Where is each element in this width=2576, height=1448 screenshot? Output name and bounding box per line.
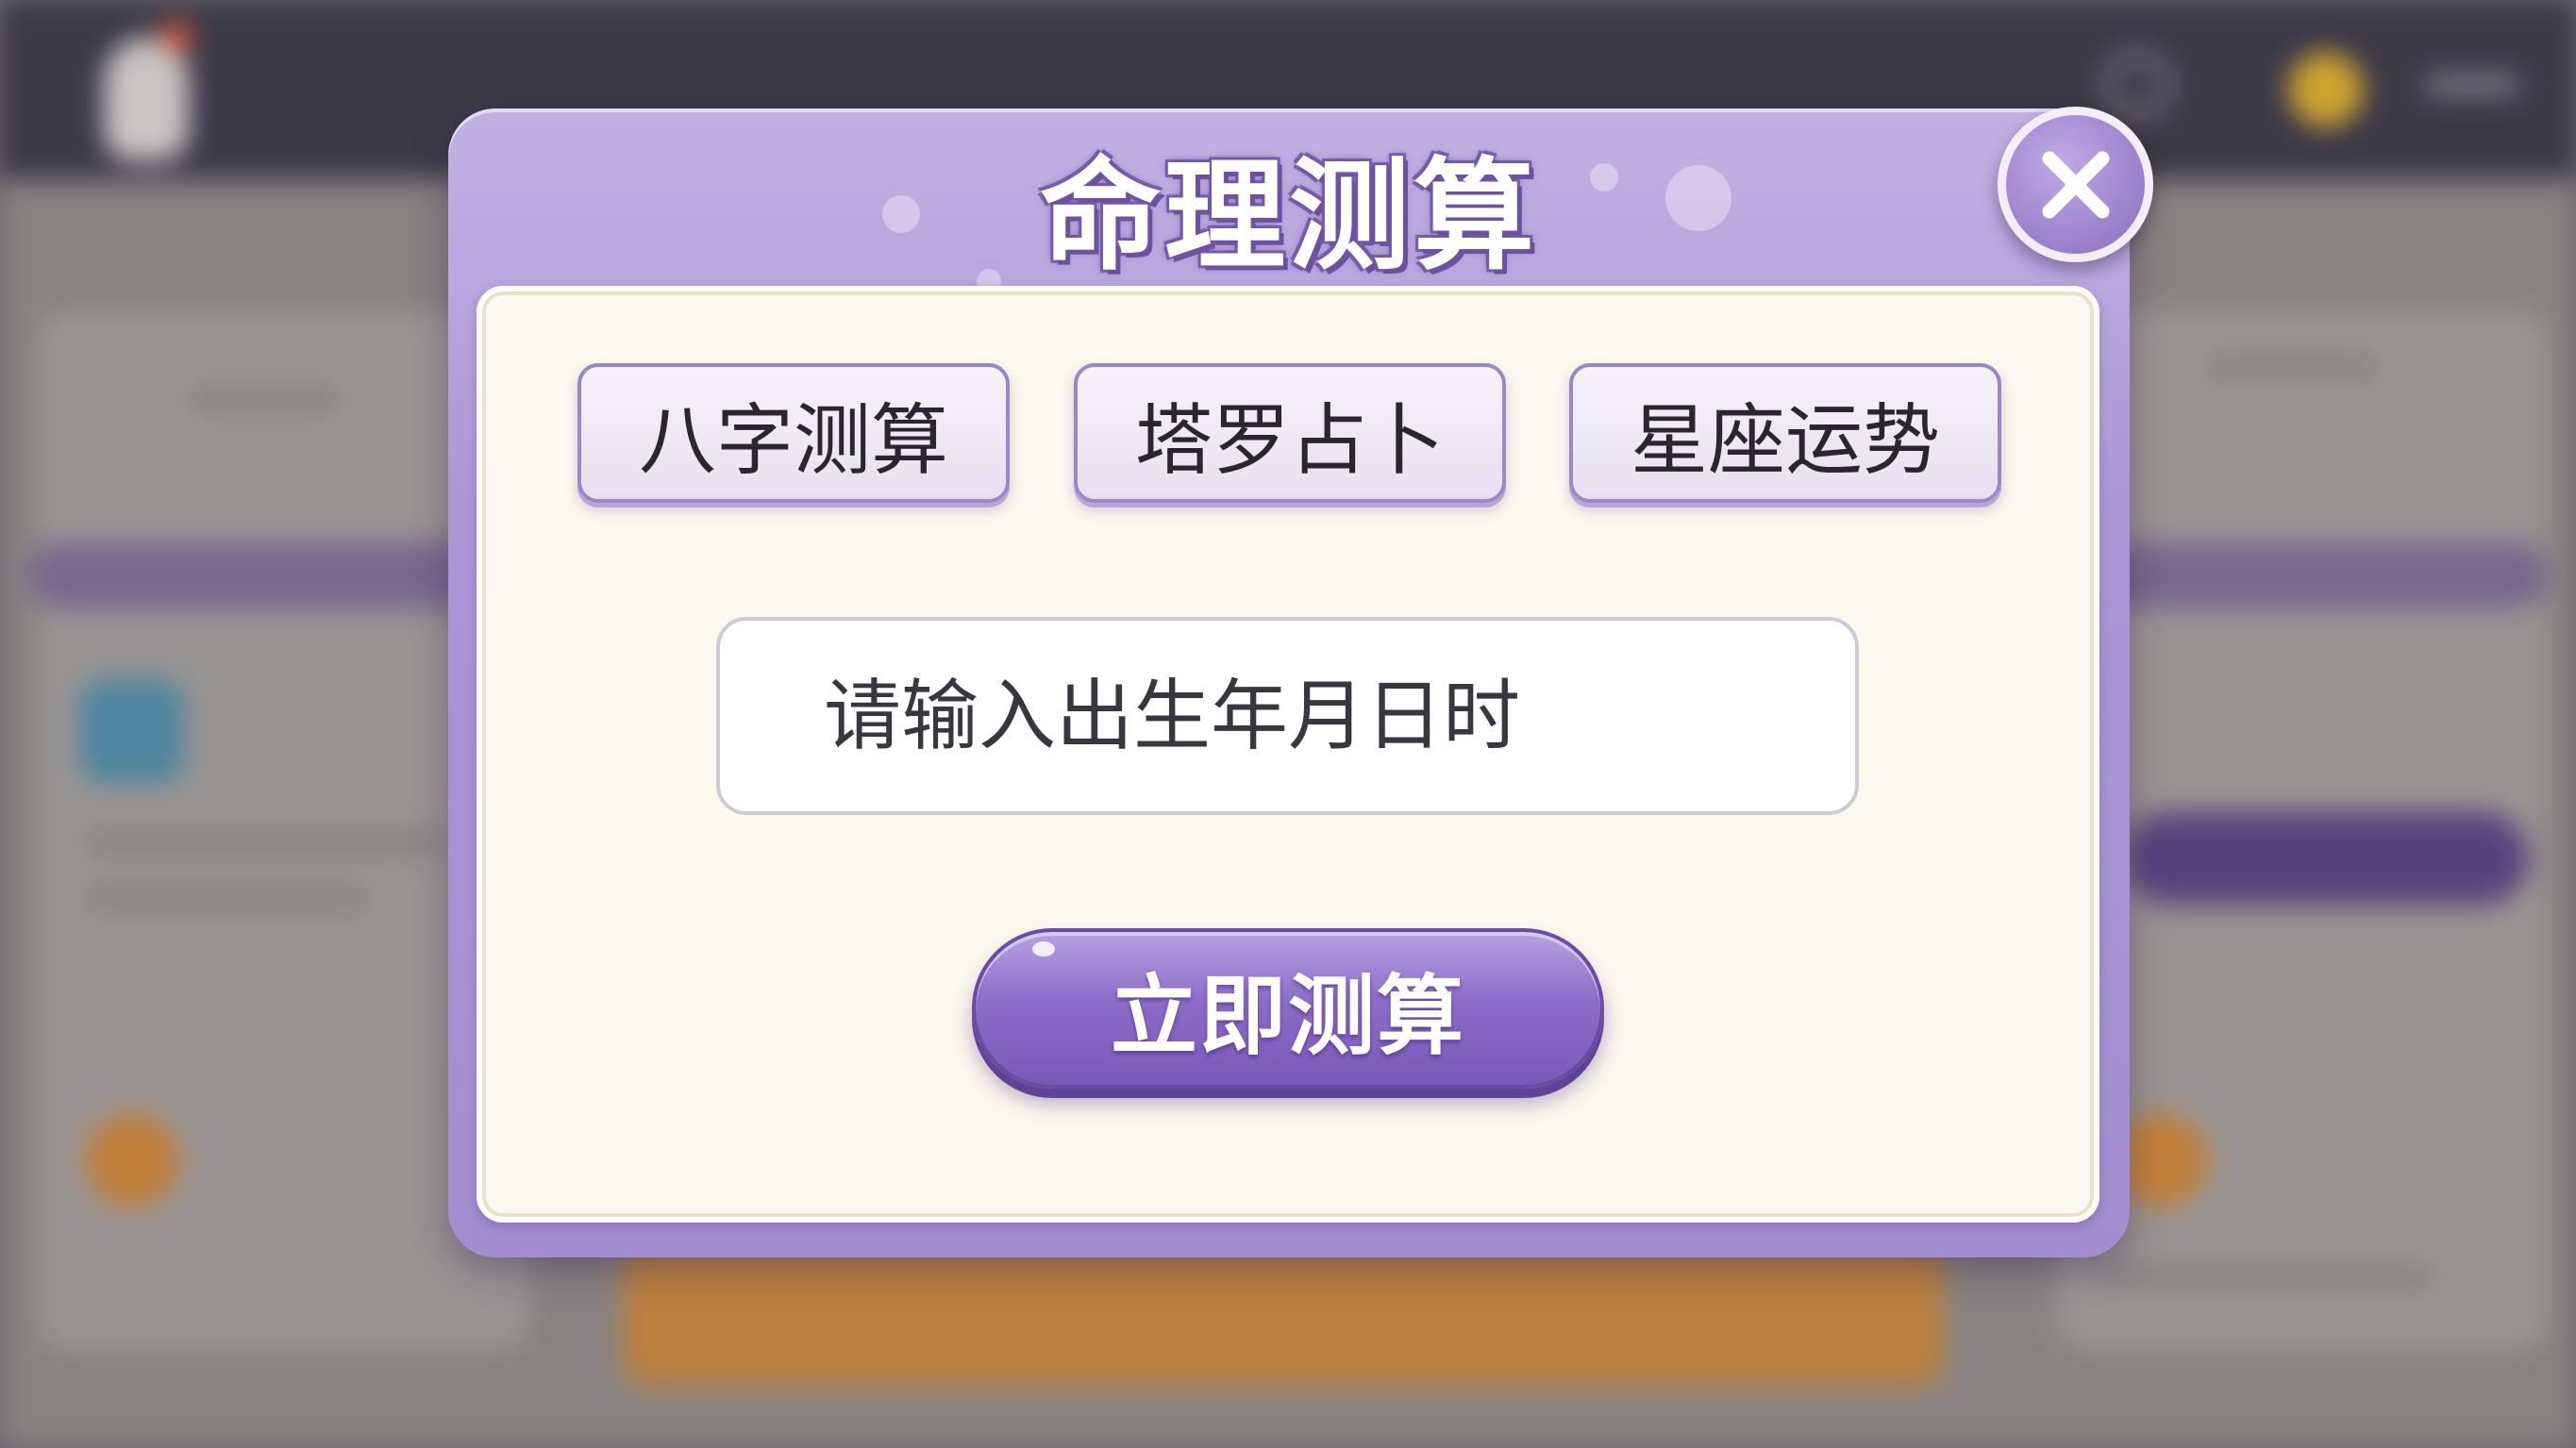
button-gloss	[1032, 941, 1055, 957]
tab-horoscope[interactable]: 星座运势	[1569, 363, 2001, 503]
birth-datetime-input[interactable]	[716, 617, 1859, 815]
tab-bazi[interactable]: 八字测算	[577, 363, 1010, 503]
close-button[interactable]	[1998, 107, 2153, 262]
calculate-button-label: 立即测算	[1110, 965, 1465, 1067]
modal-title: 命理测算	[1039, 146, 1538, 287]
tab-tarot[interactable]: 塔罗占卜	[1074, 363, 1506, 503]
calculate-button[interactable]: 立即测算	[972, 928, 1604, 1089]
close-icon	[2042, 151, 2109, 218]
